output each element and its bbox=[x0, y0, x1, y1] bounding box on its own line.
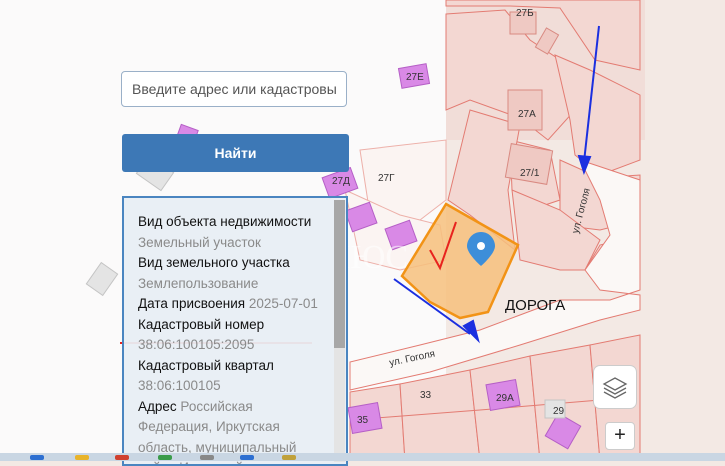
info-label: Дата присвоения bbox=[138, 296, 245, 311]
taskbar-icon[interactable] bbox=[115, 455, 129, 460]
scrollbar-thumb[interactable] bbox=[334, 200, 345, 348]
plus-icon: + bbox=[614, 424, 626, 446]
taskbar-icon[interactable] bbox=[158, 455, 172, 460]
taskbar-icon[interactable] bbox=[282, 455, 296, 460]
info-row: Вид земельного участка Землепользование bbox=[138, 253, 328, 294]
info-value: Землепользование bbox=[138, 274, 328, 295]
parcel-label: 27Д bbox=[332, 176, 350, 187]
info-row: Дата присвоения 2025-07-01 bbox=[138, 294, 328, 315]
info-value: 38:06:100105:2095 bbox=[138, 335, 328, 356]
info-value: 2025-07-01 bbox=[249, 296, 318, 311]
road-annotation: ДОРОГА bbox=[505, 297, 565, 314]
parcel-label: 33 bbox=[420, 390, 432, 401]
info-row: Кадастровый номер 38:06:100105:2095 bbox=[138, 315, 328, 356]
info-row: Кадастровый квартал 38:06:100105 bbox=[138, 356, 328, 397]
info-label: Вид объекта недвижимости bbox=[138, 212, 328, 233]
parcel-label: 27А bbox=[518, 109, 536, 120]
info-row: Вид объекта недвижимости Земельный участ… bbox=[138, 212, 328, 253]
info-label: Кадастровый квартал bbox=[138, 356, 328, 377]
parcel-label: 27/1 bbox=[520, 168, 540, 179]
search-input[interactable] bbox=[121, 71, 347, 107]
parcel-label: 27Б bbox=[516, 8, 534, 19]
taskbar bbox=[0, 453, 725, 461]
parcel-label: 35 bbox=[357, 415, 369, 426]
taskbar-icon[interactable] bbox=[75, 455, 89, 460]
info-label: Адрес bbox=[138, 399, 177, 414]
parcel-label: 29 bbox=[553, 406, 565, 417]
taskbar-icon[interactable] bbox=[240, 455, 254, 460]
info-panel[interactable]: Вид объекта недвижимости Земельный участ… bbox=[122, 196, 348, 466]
parcel-label: 27Е bbox=[406, 72, 424, 83]
info-label: Вид земельного участка bbox=[138, 253, 328, 274]
info-value: Земельный участок bbox=[138, 233, 328, 254]
info-content: Вид объекта недвижимости Земельный участ… bbox=[138, 212, 328, 466]
parcel[interactable] bbox=[470, 356, 540, 461]
layers-icon bbox=[594, 366, 636, 408]
layers-button[interactable] bbox=[593, 365, 637, 409]
taskbar-icon[interactable] bbox=[30, 455, 44, 460]
parcel-label: 29А bbox=[496, 393, 514, 404]
parcel-label: 27Г bbox=[378, 173, 395, 184]
info-label: Кадастровый номер bbox=[138, 315, 328, 336]
info-value: 38:06:100105 bbox=[138, 376, 328, 397]
zoom-in-button[interactable]: + bbox=[605, 422, 635, 450]
taskbar-icon[interactable] bbox=[200, 455, 214, 460]
find-button[interactable]: Найти bbox=[122, 134, 349, 172]
